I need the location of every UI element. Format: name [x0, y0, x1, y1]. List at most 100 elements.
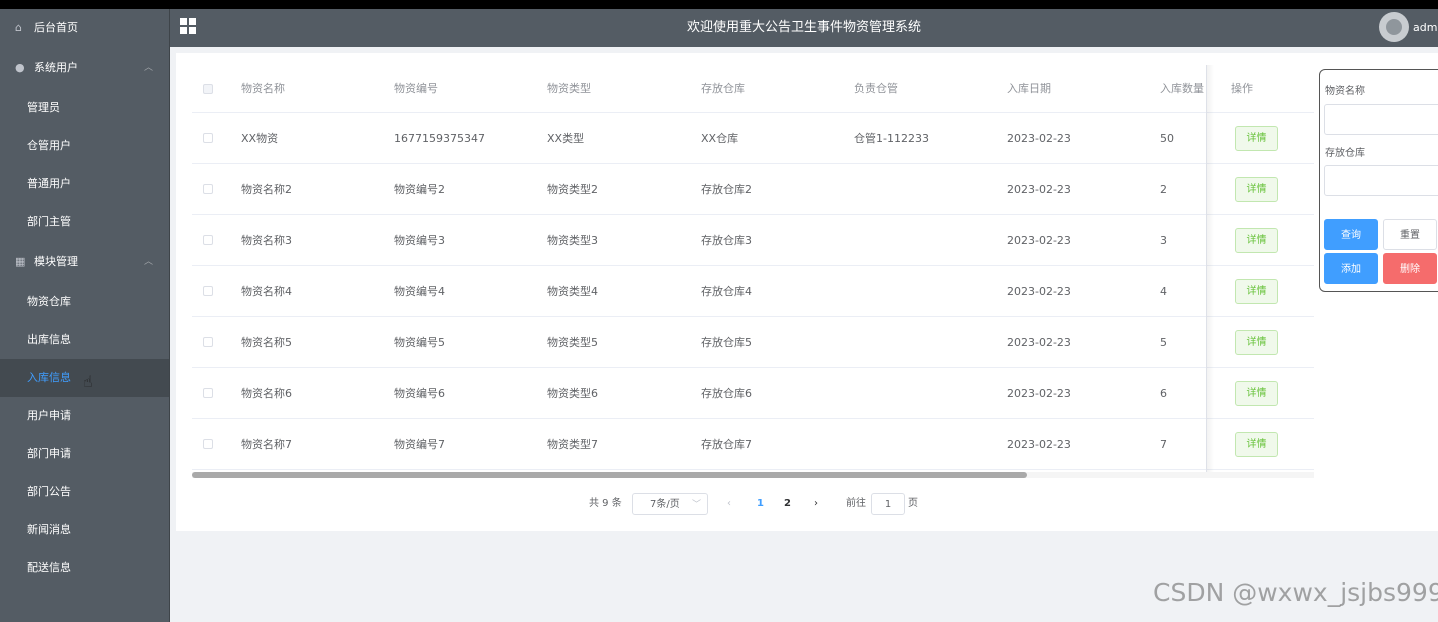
sidebar-item-user-apply[interactable]: 用户申请 — [0, 397, 169, 435]
row-checkbox[interactable] — [203, 133, 213, 143]
sidebar-item-warehouse-user[interactable]: 仓管用户 — [0, 127, 169, 165]
row-checkbox[interactable] — [203, 286, 213, 296]
chevron-up-icon: ︿ — [143, 257, 153, 267]
table-cell: 物资类型6 — [547, 387, 598, 400]
page-title: 欢迎使用重大公告卫生事件物资管理系统 — [686, 20, 921, 35]
grid-icon: ▦ — [15, 255, 26, 268]
detail-button[interactable]: 详情 — [1235, 228, 1278, 253]
sidebar-item-inbound[interactable]: 入库信息 ☝ — [0, 359, 169, 397]
sidebar-item-label: 出库信息 — [27, 333, 71, 346]
page-number-2[interactable]: 2 — [784, 493, 791, 515]
table-cell: XX物资 — [241, 132, 279, 145]
hand-cursor-icon: ☝ — [83, 372, 93, 391]
sidebar-item-news[interactable]: 新闻消息 — [0, 511, 169, 549]
chevron-down-icon: ﹀ — [691, 500, 701, 510]
material-name-input[interactable] — [1324, 104, 1438, 135]
sidebar-item-admin[interactable]: 管理员 — [0, 89, 169, 127]
detail-button[interactable]: 详情 — [1235, 126, 1278, 151]
delete-button[interactable]: 删除 — [1383, 253, 1437, 284]
row-checkbox[interactable] — [203, 388, 213, 398]
sidebar-item-outbound[interactable]: 出库信息 — [0, 321, 169, 359]
table-row: 物资名称4 物资编号4 物资类型4 存放仓库4 2023-02-23 4 详情 — [192, 266, 1314, 317]
table-cell: XX类型 — [547, 132, 585, 145]
avatar[interactable] — [1379, 12, 1409, 42]
warehouse-input[interactable] — [1324, 165, 1438, 196]
table-cell: 物资类型2 — [547, 183, 598, 196]
sidebar-item-dept-head[interactable]: 部门主管 — [0, 203, 169, 241]
row-checkbox[interactable] — [203, 235, 213, 245]
sidebar-divider — [169, 9, 170, 622]
sidebar-group-modules[interactable]: ▦ 模块管理 ︿ — [0, 241, 169, 283]
sidebar-item-label: 后台首页 — [34, 21, 78, 34]
sidebar-item-label: 入库信息 — [27, 371, 71, 384]
sidebar-group-system-users[interactable]: ● 系统用户 ︿ — [0, 47, 169, 89]
table-cell: 物资名称3 — [241, 234, 292, 247]
detail-button[interactable]: 详情 — [1235, 177, 1278, 202]
row-checkbox[interactable] — [203, 439, 213, 449]
select-all-checkbox[interactable] — [203, 84, 213, 94]
sidebar-item-label: 新闻消息 — [27, 523, 71, 536]
page-size-select[interactable]: 7条/页 ﹀ — [632, 493, 708, 515]
reset-button[interactable]: 重置 — [1383, 219, 1437, 250]
column-header[interactable]: 负责仓管 — [854, 65, 898, 113]
table-cell: 物资名称5 — [241, 336, 292, 349]
sidebar-item-label: 物资仓库 — [27, 295, 71, 308]
table-cell: 4 — [1160, 285, 1167, 298]
table-cell: 物资编号3 — [394, 234, 445, 247]
detail-button[interactable]: 详情 — [1235, 330, 1278, 355]
header: 欢迎使用重大公告卫生事件物资管理系统 admi — [170, 9, 1438, 47]
query-button[interactable]: 查询 — [1324, 219, 1378, 250]
table-cell: 存放仓库2 — [701, 183, 752, 196]
goto-page-input[interactable]: 1 — [871, 493, 905, 515]
sidebar-item-dept-apply[interactable]: 部门申请 — [0, 435, 169, 473]
sidebar-item-home[interactable]: ⌂ 后台首页 — [0, 9, 169, 47]
prev-page-button[interactable]: ‹ — [727, 493, 731, 515]
sidebar-item-label: 部门申请 — [27, 447, 71, 460]
column-header[interactable]: 入库日期 — [1007, 65, 1051, 113]
sidebar-item-normal-user[interactable]: 普通用户 — [0, 165, 169, 203]
table-cell: 物资名称7 — [241, 438, 292, 451]
column-header[interactable]: 入库数量 — [1160, 65, 1204, 113]
warehouse-label: 存放仓库 — [1325, 148, 1365, 159]
page-number-1[interactable]: 1 — [757, 493, 764, 515]
detail-button[interactable]: 详情 — [1235, 279, 1278, 304]
table-cell: 存放仓库4 — [701, 285, 752, 298]
chevron-up-icon: ︿ — [143, 63, 153, 73]
sidebar-item-label: 模块管理 — [34, 255, 78, 268]
row-checkbox[interactable] — [203, 184, 213, 194]
username[interactable]: admi — [1413, 9, 1438, 47]
table-row: XX物资 1677159375347 XX类型 XX仓库 仓管1-112233 2023-… — [192, 113, 1314, 164]
table-cell: 2 — [1160, 183, 1167, 196]
table-cell: 2023-02-23 — [1007, 387, 1071, 400]
watermark: CSDN @wxwx_jsjbs999 — [1153, 578, 1438, 607]
next-page-button[interactable]: › — [814, 493, 818, 515]
table-cell: 物资名称2 — [241, 183, 292, 196]
user-icon: ● — [15, 61, 25, 74]
pagination-total: 共 9 条 — [589, 498, 622, 509]
data-table: 物资名称 物资编号 物资类型 存放仓库 负责仓管 入库日期 入库数量 操作 XX… — [192, 65, 1314, 475]
table-cell: 2023-02-23 — [1007, 438, 1071, 451]
add-button[interactable]: 添加 — [1324, 253, 1378, 284]
table-cell: 7 — [1160, 438, 1167, 451]
page-size-value: 7条/页 — [650, 499, 680, 510]
row-checkbox[interactable] — [203, 337, 213, 347]
detail-button[interactable]: 详情 — [1235, 432, 1278, 457]
sidebar-item-label: 管理员 — [27, 101, 60, 114]
sidebar-item-delivery[interactable]: 配送信息 — [0, 549, 169, 587]
sidebar-item-label: 部门公告 — [27, 485, 71, 498]
main-card: 物资名称 物资编号 物资类型 存放仓库 负责仓管 入库日期 入库数量 操作 XX… — [176, 53, 1438, 531]
column-header[interactable]: 物资类型 — [547, 65, 591, 113]
fixed-column-shadow — [1206, 65, 1214, 475]
column-header[interactable]: 存放仓库 — [701, 65, 745, 113]
column-header[interactable]: 物资名称 — [241, 65, 285, 113]
table-cell: 物资编号7 — [394, 438, 445, 451]
scrollbar-thumb[interactable] — [192, 472, 1027, 478]
detail-button[interactable]: 详情 — [1235, 381, 1278, 406]
sidebar-item-material-warehouse[interactable]: 物资仓库 — [0, 283, 169, 321]
column-header[interactable]: 物资编号 — [394, 65, 438, 113]
table-cell: 存放仓库3 — [701, 234, 752, 247]
sidebar-item-label: 部门主管 — [27, 215, 71, 228]
horizontal-scrollbar[interactable] — [192, 472, 1314, 478]
table-cell: 物资类型3 — [547, 234, 598, 247]
sidebar-item-dept-notice[interactable]: 部门公告 — [0, 473, 169, 511]
